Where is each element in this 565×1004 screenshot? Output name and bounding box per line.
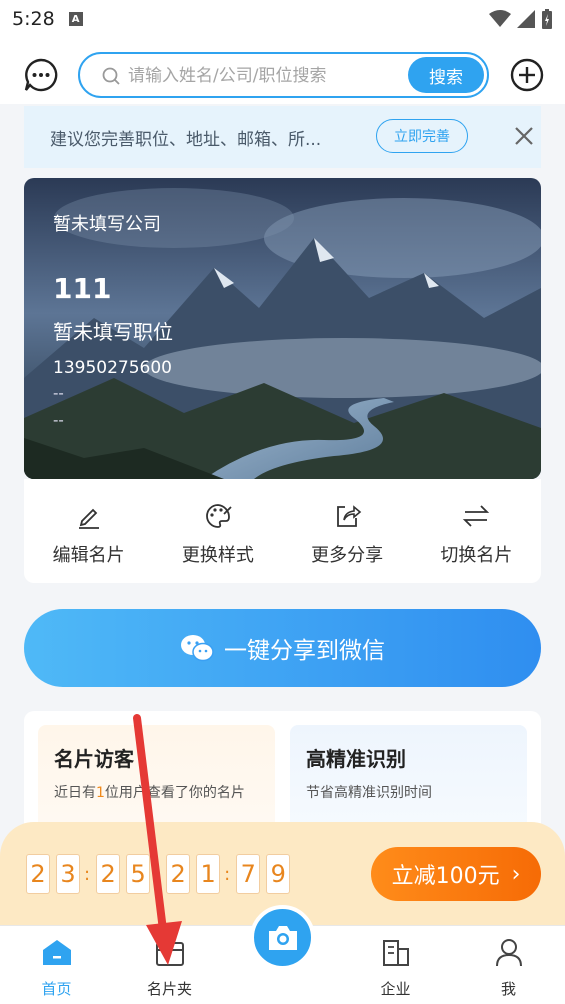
wifi-icon bbox=[489, 10, 511, 27]
countdown-digit: 2 bbox=[96, 854, 121, 894]
tab-enterprise-label: 企业 bbox=[380, 980, 411, 998]
battery-icon bbox=[542, 9, 552, 29]
header: 搜索 bbox=[0, 38, 565, 104]
complete-profile-tip: 建议您完善职位、地址、邮箱、所... 立即完善 bbox=[24, 106, 541, 168]
more-share-button[interactable]: 更多分享 bbox=[283, 479, 412, 583]
card-email: -- bbox=[53, 384, 64, 402]
change-style-button[interactable]: 更换样式 bbox=[153, 479, 282, 583]
card-position: 暂未填写职位 bbox=[53, 320, 173, 344]
countdown-timer: 2 3 : 2 5 : 2 1 : 7 9 bbox=[26, 854, 296, 894]
status-icons bbox=[489, 9, 553, 29]
visitors-desc-suffix: 位用户查看了你的名片 bbox=[104, 785, 245, 801]
tab-me-label: 我 bbox=[500, 980, 516, 998]
search-box: 搜索 bbox=[78, 52, 489, 98]
building-icon bbox=[382, 940, 409, 966]
search-button[interactable]: 搜索 bbox=[408, 57, 484, 93]
edit-card-label: 编辑名片 bbox=[52, 545, 125, 566]
message-icon[interactable] bbox=[24, 58, 58, 92]
share-to-wechat-button[interactable]: 一键分享到微信 bbox=[24, 609, 541, 687]
tab-card-holder[interactable]: 名片夹 bbox=[113, 926, 226, 1004]
card-phone: 13950275600 bbox=[53, 358, 172, 378]
home-icon bbox=[42, 940, 71, 965]
countdown-digit: 7 bbox=[236, 854, 261, 894]
countdown-digit: 2 bbox=[26, 854, 50, 894]
switch-icon bbox=[463, 505, 490, 527]
visitors-count: 1 bbox=[96, 785, 105, 801]
complete-now-button[interactable]: 立即完善 bbox=[376, 119, 468, 153]
more-share-label: 更多分享 bbox=[311, 545, 384, 566]
switch-card-label: 切换名片 bbox=[440, 545, 513, 566]
share-icon bbox=[337, 505, 362, 527]
tab-enterprise[interactable]: 企业 bbox=[339, 926, 452, 1004]
card-name: 111 bbox=[53, 272, 112, 305]
status-bar: 5:28 A bbox=[0, 0, 565, 38]
card-visitors-title: 名片访客 bbox=[54, 747, 134, 771]
wechat-icon bbox=[181, 635, 214, 662]
user-icon bbox=[495, 939, 522, 967]
scan-card-button[interactable] bbox=[250, 905, 315, 970]
countdown-digit: 3 bbox=[56, 854, 80, 894]
pencil-icon bbox=[78, 508, 99, 529]
camera-icon bbox=[268, 925, 297, 950]
ocr-title: 高精准识别 bbox=[306, 747, 406, 771]
countdown-separator: : bbox=[224, 863, 231, 885]
card-actions: 编辑名片 更换样式 更多分享 切换名片 bbox=[24, 479, 541, 583]
discount-label: 立减100元 bbox=[391, 864, 500, 889]
search-input[interactable] bbox=[128, 62, 408, 90]
add-icon[interactable] bbox=[510, 58, 544, 92]
countdown-digit: 9 bbox=[266, 854, 291, 894]
card-visitors-desc: 近日有1位用户查看了你的名片 bbox=[54, 781, 259, 805]
ocr-desc: 节省高精准识别时间 bbox=[306, 785, 432, 801]
visitors-desc-prefix: 近日有 bbox=[54, 785, 96, 801]
tab-home-label: 首页 bbox=[41, 980, 72, 998]
card-holder-icon bbox=[155, 942, 184, 966]
tab-card-holder-label: 名片夹 bbox=[146, 980, 192, 998]
share-to-wechat-label: 一键分享到微信 bbox=[224, 638, 385, 664]
chevron-right-icon: › bbox=[511, 861, 521, 887]
card-address: -- bbox=[53, 411, 64, 429]
countdown-separator: : bbox=[154, 863, 161, 885]
tip-text: 建议您完善职位、地址、邮箱、所... bbox=[50, 130, 322, 150]
change-style-label: 更换样式 bbox=[181, 545, 254, 566]
tab-me[interactable]: 我 bbox=[452, 926, 565, 1004]
countdown-digit: 1 bbox=[196, 854, 221, 894]
status-time: 5:28 bbox=[12, 8, 55, 30]
palette-icon bbox=[206, 504, 232, 528]
countdown-separator: : bbox=[84, 863, 91, 885]
switch-card-button[interactable]: 切换名片 bbox=[412, 479, 541, 583]
countdown-digit: 5 bbox=[126, 854, 151, 894]
search-icon bbox=[102, 67, 120, 85]
countdown-digit: 2 bbox=[166, 854, 191, 894]
business-card[interactable]: 暂未填写公司 111 暂未填写职位 13950275600 -- -- bbox=[24, 178, 541, 479]
edit-card-button[interactable]: 编辑名片 bbox=[24, 479, 153, 583]
signal-icon bbox=[517, 10, 535, 28]
tab-home[interactable]: 首页 bbox=[0, 926, 113, 1004]
discount-button[interactable]: 立减100元 › bbox=[371, 847, 541, 901]
card-company: 暂未填写公司 bbox=[53, 214, 161, 235]
close-icon[interactable] bbox=[512, 124, 536, 148]
notification-a-icon: A bbox=[68, 12, 83, 26]
